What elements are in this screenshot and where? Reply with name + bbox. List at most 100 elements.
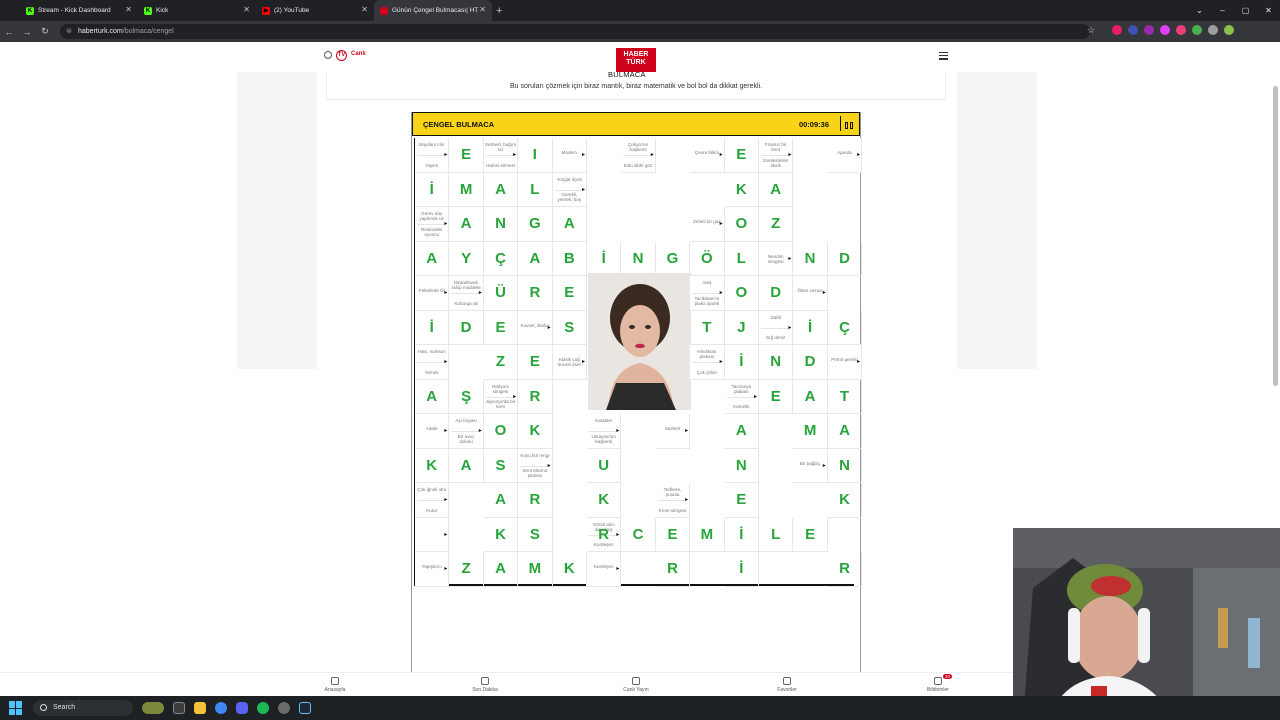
letter-cell[interactable]: A xyxy=(449,448,484,483)
letter-cell[interactable]: A xyxy=(415,241,450,276)
letter-cell[interactable]: İ xyxy=(724,552,759,587)
letter-cell[interactable]: E xyxy=(552,276,587,311)
bottom-nav-item[interactable]: Favoriler xyxy=(757,677,817,693)
letter-cell[interactable]: K xyxy=(552,552,587,587)
pause-icon[interactable] xyxy=(840,116,856,131)
letter-cell[interactable]: Ö xyxy=(690,241,725,276)
letter-cell[interactable]: D xyxy=(793,345,828,380)
letter-cell[interactable]: E xyxy=(449,138,484,173)
letter-cell[interactable]: K xyxy=(483,517,519,552)
browser-tab[interactable]: K Stream - Kick Dashboard ✕ xyxy=(20,0,138,21)
file-explorer-icon[interactable] xyxy=(194,702,206,714)
letter-cell[interactable]: M xyxy=(518,552,553,587)
letter-cell[interactable]: D xyxy=(449,310,484,345)
letter-cell[interactable]: E xyxy=(483,310,519,345)
chevron-down-icon[interactable]: ⌄ xyxy=(1188,0,1211,21)
letter-cell[interactable]: S xyxy=(518,517,553,552)
letter-cell[interactable]: S xyxy=(552,310,587,345)
bottom-nav-item[interactable]: Canlı Yayın xyxy=(606,677,666,693)
letter-cell[interactable]: Z xyxy=(449,552,484,587)
letter-cell[interactable]: M xyxy=(793,414,828,449)
letter-cell[interactable]: L xyxy=(724,241,759,276)
letter-cell[interactable]: E xyxy=(518,345,553,380)
taskbar-search[interactable]: Search xyxy=(33,700,133,716)
letter-cell[interactable]: A xyxy=(793,379,828,414)
bottom-nav-item[interactable]: Son Dakika xyxy=(455,677,515,693)
letter-cell[interactable]: İ xyxy=(724,345,759,380)
letter-cell[interactable]: İ xyxy=(415,310,450,345)
hamburger-menu-icon[interactable] xyxy=(939,52,948,62)
letter-cell[interactable]: T xyxy=(827,379,863,414)
letter-cell[interactable]: A xyxy=(415,379,450,414)
letter-cell[interactable]: A xyxy=(449,207,484,242)
letter-cell[interactable]: A xyxy=(552,207,587,242)
site-logo[interactable]: HABER TÜRK xyxy=(616,48,656,72)
letter-cell[interactable]: M xyxy=(690,517,725,552)
letter-cell[interactable]: J xyxy=(724,310,759,345)
letter-cell[interactable]: B xyxy=(552,241,587,276)
letter-cell[interactable]: N xyxy=(827,448,863,483)
letter-cell[interactable]: N xyxy=(483,207,519,242)
site-info-icon[interactable]: ⊜ xyxy=(66,24,72,39)
letter-cell[interactable]: L xyxy=(518,172,553,207)
letter-cell[interactable]: E xyxy=(655,517,691,552)
letter-cell[interactable]: O xyxy=(483,414,519,449)
letter-cell[interactable]: A xyxy=(483,172,519,207)
windows-start-icon[interactable] xyxy=(9,701,23,715)
tv-icon[interactable]: TV xyxy=(336,50,347,61)
extension-icon[interactable] xyxy=(1160,25,1170,35)
profile-avatar[interactable] xyxy=(1224,25,1234,35)
letter-cell[interactable]: A xyxy=(483,552,519,587)
letter-cell[interactable]: I xyxy=(518,138,553,173)
letter-cell[interactable]: R xyxy=(587,517,622,552)
letter-cell[interactable]: O xyxy=(724,276,759,311)
obs-icon[interactable] xyxy=(278,702,290,714)
letter-cell[interactable]: İ xyxy=(724,517,759,552)
close-tab-icon[interactable]: ✕ xyxy=(479,5,486,14)
bookmark-star-icon[interactable]: ☆ xyxy=(1087,25,1095,36)
letter-cell[interactable]: K xyxy=(587,483,622,518)
minimize-button[interactable]: – xyxy=(1211,0,1234,21)
extension-icon[interactable] xyxy=(1112,25,1122,35)
chrome-icon[interactable] xyxy=(215,702,227,714)
letter-cell[interactable]: U xyxy=(587,448,622,483)
letter-cell[interactable]: K xyxy=(518,414,553,449)
letter-cell[interactable]: M xyxy=(449,172,484,207)
letter-cell[interactable]: C xyxy=(621,517,656,552)
task-view-icon[interactable] xyxy=(173,702,185,714)
letter-cell[interactable]: Ü xyxy=(483,276,519,311)
page-scrollbar[interactable] xyxy=(1273,86,1278,386)
letter-cell[interactable]: G xyxy=(655,241,691,276)
forward-button[interactable]: → xyxy=(18,27,36,37)
letter-cell[interactable]: R xyxy=(518,276,553,311)
bottom-nav-item[interactable]: Bildirimler 20 xyxy=(908,674,968,693)
letter-cell[interactable]: N xyxy=(759,345,794,380)
new-tab-button[interactable]: + xyxy=(496,5,502,17)
letter-cell[interactable]: İ xyxy=(793,310,828,345)
letter-cell[interactable]: D xyxy=(759,276,794,311)
letter-cell[interactable]: N xyxy=(724,448,759,483)
letter-cell[interactable]: R xyxy=(655,552,691,587)
letter-cell[interactable]: Y xyxy=(449,241,484,276)
letter-cell[interactable]: İ xyxy=(587,241,622,276)
letter-cell[interactable]: Z xyxy=(483,345,519,380)
letter-cell[interactable]: K xyxy=(415,448,450,483)
browser-tab[interactable]: ▶ (2) YouTube ✕ xyxy=(256,0,374,21)
close-tab-icon[interactable]: ✕ xyxy=(243,5,250,14)
reload-button[interactable]: ↻ xyxy=(36,26,54,37)
extensions-puzzle-icon[interactable] xyxy=(1208,25,1218,35)
letter-cell[interactable]: E xyxy=(724,483,759,518)
close-window-button[interactable]: ✕ xyxy=(1257,0,1280,21)
browser-tab[interactable]: K Kick ✕ xyxy=(138,0,256,21)
letter-cell[interactable]: K xyxy=(827,483,863,518)
letter-cell[interactable]: N xyxy=(793,241,828,276)
letter-cell[interactable]: O xyxy=(724,207,759,242)
letter-cell[interactable]: R xyxy=(827,552,863,587)
letter-cell[interactable]: Ç xyxy=(483,241,519,276)
letter-cell[interactable]: A xyxy=(483,483,519,518)
letter-cell[interactable]: E xyxy=(793,517,828,552)
letter-cell[interactable]: Ş xyxy=(449,379,484,414)
letter-cell[interactable]: S xyxy=(483,448,519,483)
letter-cell[interactable]: A xyxy=(759,172,794,207)
back-button[interactable]: ← xyxy=(0,27,18,37)
